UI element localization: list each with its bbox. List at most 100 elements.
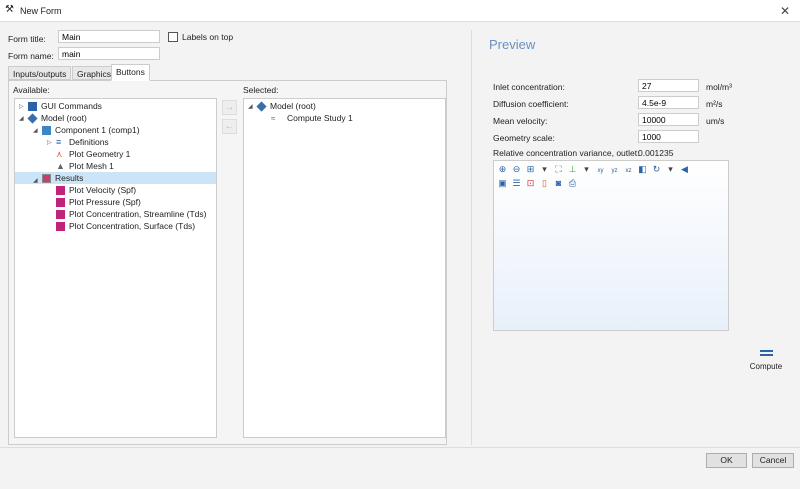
tree-item-model-root[interactable]: Model (root)	[27, 112, 87, 124]
plot-group-icon	[56, 222, 65, 232]
component-icon	[42, 126, 51, 136]
item-label: Component 1 (comp1)	[55, 125, 140, 135]
zoom-box-icon[interactable]: ⊞	[525, 164, 536, 174]
view-xz-icon[interactable]: xz	[623, 166, 634, 176]
tree-item-component[interactable]: Component 1 (comp1)	[42, 124, 140, 136]
graphics-window[interactable]: ⊕ ⊖ ⊞ ▾ ⛶ ⊥ ▾ xy yz xz ◧ ↻ ▾ ◀ ▣ ☰ ⊡ ▯ ◙ ⎙	[493, 160, 729, 331]
expand-icon[interactable]: ▷	[47, 139, 52, 146]
tree-item-plot[interactable]: Plot Pressure (Spf)	[56, 196, 141, 208]
plot-group-icon	[56, 210, 65, 220]
field-label: Mean velocity:	[493, 116, 548, 126]
camera-view-icon[interactable]: ◧	[637, 164, 648, 174]
tab-inputs-outputs[interactable]: Inputs/outputs	[8, 66, 72, 80]
item-label: Plot Geometry 1	[69, 149, 131, 159]
selected-item-model-root[interactable]: Model (root)	[256, 100, 316, 112]
item-label: Results	[55, 173, 84, 183]
tree-item-plot-mesh[interactable]: ▲ Plot Mesh 1	[56, 160, 114, 172]
item-label: Plot Concentration, Streamline (Tds)	[69, 209, 207, 219]
variance-label: Relative concentration variance, outlet:	[493, 148, 640, 158]
form-name-input[interactable]	[58, 47, 160, 60]
model-icon	[256, 101, 267, 112]
mean-velocity-input[interactable]	[638, 113, 699, 126]
light-icon[interactable]: ◀	[679, 164, 690, 174]
add-button[interactable]: →	[222, 100, 237, 115]
chevron-down-icon[interactable]: ▾	[581, 164, 592, 174]
item-label: Compute Study 1	[287, 113, 353, 123]
model-icon	[27, 113, 38, 124]
plot-group-icon	[56, 198, 65, 208]
zoom-out-icon[interactable]: ⊖	[511, 164, 522, 174]
remove-button[interactable]: ←	[222, 119, 237, 134]
item-label: Model (root)	[41, 113, 87, 123]
item-label: Plot Velocity (Spf)	[69, 185, 137, 195]
view-yz-icon[interactable]: yz	[609, 166, 620, 176]
plot-group-icon	[56, 186, 65, 196]
close-icon[interactable]: ✕	[780, 4, 790, 18]
plot-icon[interactable]: ⊡	[525, 178, 536, 188]
zoom-extents-icon[interactable]: ⛶	[553, 164, 564, 174]
window-title: New Form	[20, 6, 62, 16]
tree-item-plot[interactable]: Plot Velocity (Spf)	[56, 184, 136, 196]
field-label: Geometry scale:	[493, 133, 555, 143]
collapse-icon[interactable]: ◢	[33, 175, 38, 187]
wand-icon: ⚒	[5, 4, 14, 15]
form-title-label: Form title:	[8, 34, 46, 44]
expand-icon[interactable]: ▷	[19, 103, 24, 110]
ok-button[interactable]: OK	[706, 453, 747, 468]
mesh-icon: ▲	[56, 161, 65, 172]
compute-label: Compute	[749, 362, 783, 371]
collapse-icon[interactable]: ◢	[33, 127, 38, 134]
rotate-icon[interactable]: ↻	[651, 164, 662, 174]
variance-value: 0.001235	[638, 148, 674, 158]
results-icon	[42, 174, 51, 184]
labels-on-top-label: Labels on top	[182, 32, 234, 42]
grid-icon[interactable]: ☰	[511, 178, 522, 188]
graphics-toolbar-row2: ▣ ☰ ⊡ ▯ ◙ ⎙	[497, 178, 581, 188]
divider	[471, 30, 472, 445]
selected-item-compute-study[interactable]: ≈ Compute Study 1	[271, 112, 353, 124]
collapse-icon[interactable]: ◢	[19, 115, 24, 122]
labels-on-top-checkbox[interactable]	[168, 32, 178, 42]
unit-label: mol/m³	[706, 82, 732, 92]
item-label: Plot Concentration, Surface (Tds)	[69, 221, 196, 231]
zoom-in-icon[interactable]: ⊕	[497, 164, 508, 174]
diffusion-coefficient-input[interactable]	[638, 96, 699, 109]
cancel-button[interactable]: Cancel	[752, 453, 794, 468]
collapse-icon[interactable]: ◢	[248, 103, 253, 110]
screenshot-icon[interactable]: ◙	[553, 178, 564, 188]
tree-item-plot-geometry[interactable]: ⋏ Plot Geometry 1	[56, 148, 130, 160]
tab-graphics[interactable]: Graphics	[72, 66, 117, 80]
chevron-down-icon[interactable]: ▾	[539, 164, 550, 174]
list-icon: ≡	[56, 137, 62, 148]
item-label: Definitions	[69, 137, 109, 147]
print-icon[interactable]: ⎙	[567, 178, 578, 188]
selected-tree[interactable]: ◢ Model (root) ≈ Compute Study 1	[243, 98, 446, 438]
tree-item-plot[interactable]: Plot Concentration, Surface (Tds)	[56, 220, 195, 232]
geometry-scale-input[interactable]	[638, 130, 699, 143]
tree-item-gui-commands[interactable]: GUI Commands	[28, 100, 102, 112]
compute-study-icon: ≈	[271, 114, 276, 124]
inlet-concentration-input[interactable]	[638, 79, 699, 92]
field-label: Inlet concentration:	[493, 82, 565, 92]
form-title-input[interactable]	[58, 30, 160, 43]
view-xy-icon[interactable]: xy	[595, 166, 606, 176]
unit-label: m²/s	[706, 99, 723, 109]
available-tree[interactable]: ▷ GUI Commands ◢ Model (root) ◢ Componen…	[14, 98, 217, 438]
axes-icon[interactable]: ⊥	[567, 164, 578, 174]
gui-commands-icon	[28, 102, 37, 112]
chevron-down-icon[interactable]: ▾	[665, 164, 676, 174]
tree-item-definitions[interactable]: ≡ Definitions	[56, 136, 109, 148]
compute-button[interactable]: Compute	[740, 350, 792, 378]
tree-item-plot[interactable]: Plot Concentration, Streamline (Tds)	[56, 208, 206, 220]
item-label: Model (root)	[270, 101, 316, 111]
tree-item-results[interactable]: ◢ Results	[15, 172, 216, 184]
unit-label: um/s	[706, 116, 725, 126]
selected-label: Selected:	[243, 85, 279, 95]
transparency-icon[interactable]: ▣	[497, 178, 508, 188]
graphics-toolbar-row1: ⊕ ⊖ ⊞ ▾ ⛶ ⊥ ▾ xy yz xz ◧ ↻ ▾ ◀	[497, 164, 693, 176]
compute-icon	[759, 350, 773, 352]
title-bar: ⚒ New Form ✕	[0, 0, 800, 22]
color-legend-icon[interactable]: ▯	[539, 178, 550, 188]
tab-buttons[interactable]: Buttons	[111, 64, 150, 81]
arrow-left-icon: ←	[224, 121, 235, 132]
